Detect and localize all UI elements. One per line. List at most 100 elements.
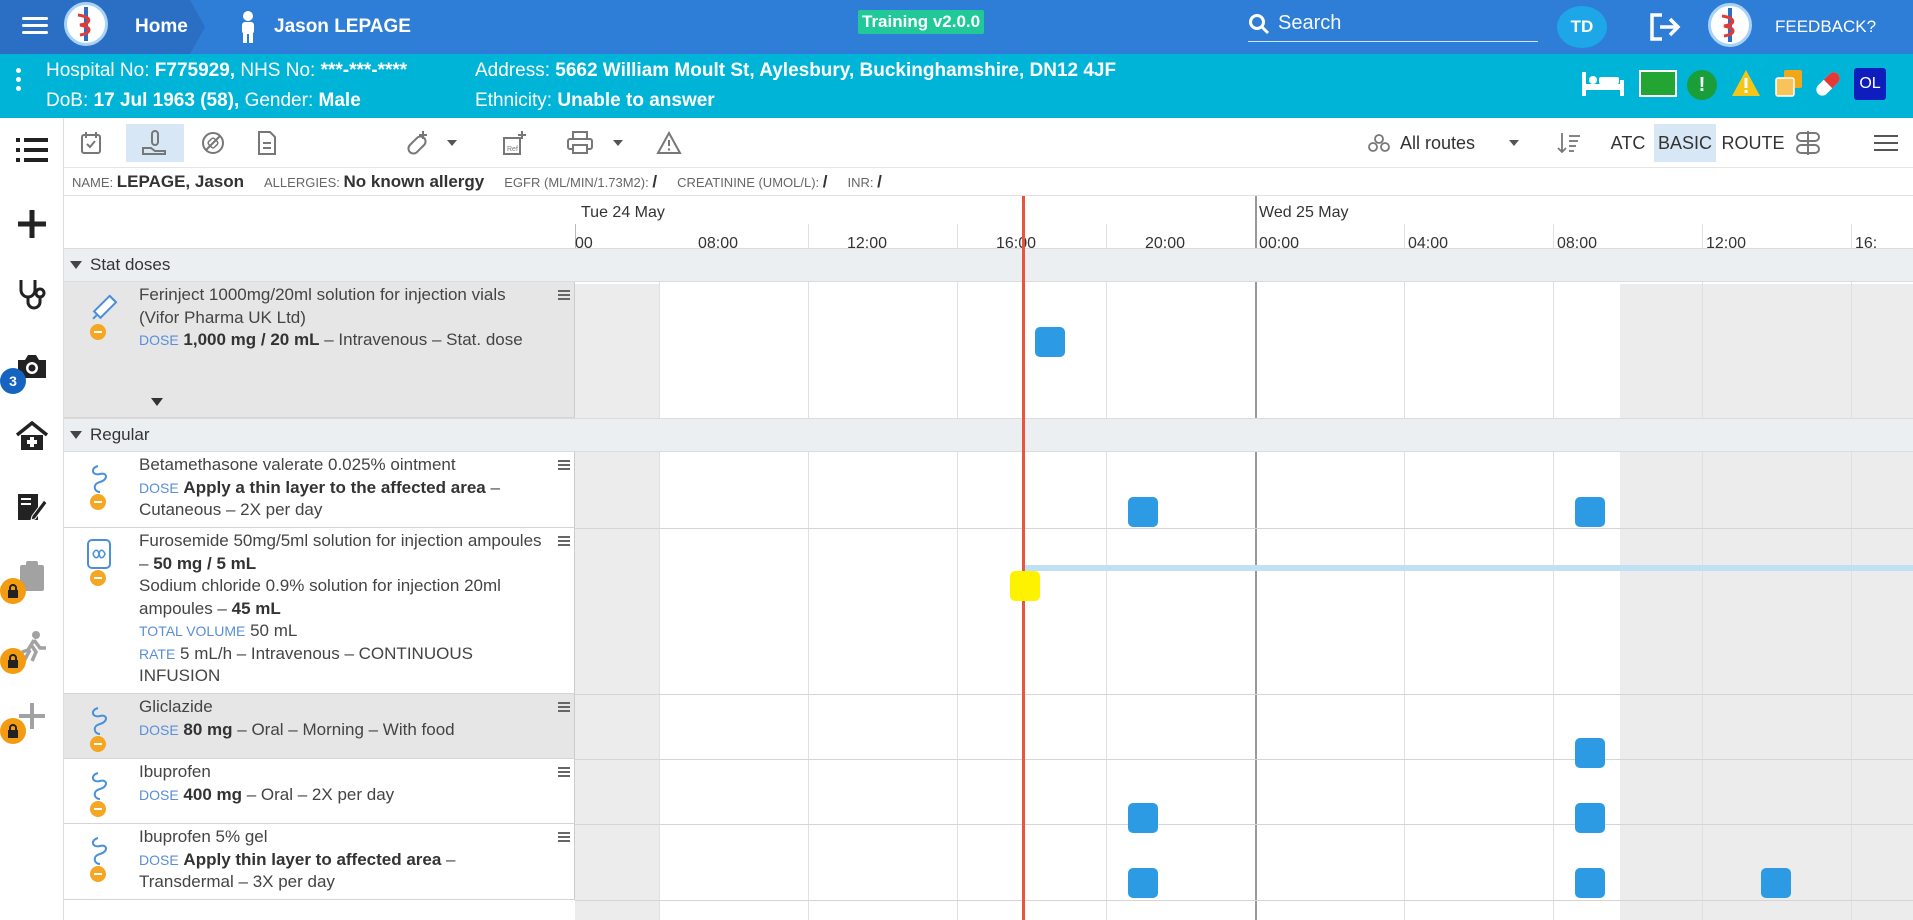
scheduled-dose-marker[interactable] bbox=[1128, 868, 1158, 898]
chevron-down-icon[interactable] bbox=[1504, 124, 1524, 162]
list-icon[interactable] bbox=[10, 128, 54, 172]
alert-green-icon[interactable]: ! bbox=[1687, 70, 1717, 100]
app-logo bbox=[64, 2, 108, 46]
add-icon[interactable] bbox=[10, 202, 54, 246]
dose-value: 400 mg bbox=[183, 784, 243, 804]
dose-label: DOSE bbox=[139, 851, 179, 868]
creatinine-field: CREATININE (UMOL/L): / bbox=[677, 172, 827, 192]
expand-caret-icon[interactable] bbox=[150, 394, 164, 412]
pending-dose-marker[interactable] bbox=[1010, 571, 1040, 601]
feedback-logo[interactable] bbox=[1708, 3, 1752, 47]
row-menu-icon[interactable] bbox=[558, 460, 570, 470]
add-medication-icon[interactable] bbox=[398, 124, 436, 162]
status-green-icon[interactable] bbox=[1639, 70, 1677, 97]
drug-row-furosemide[interactable]: Furosemide 50mg/5ml solution for injecti… bbox=[64, 528, 575, 694]
stethoscope-icon[interactable] bbox=[10, 272, 54, 316]
cancel-icon[interactable] bbox=[194, 124, 232, 162]
dose-value: Apply a thin layer to the affected area bbox=[183, 477, 486, 497]
day-label: Tue 24 May bbox=[581, 204, 665, 221]
hospital-number-line: Hospital No: F775929, NHS No: ***-***-**… bbox=[46, 60, 407, 82]
drug-name: Betamethasone valerate 0.025% ointment bbox=[139, 455, 456, 474]
patient-tab-name[interactable]: Jason LEPAGE bbox=[274, 16, 411, 38]
warning-icon[interactable] bbox=[1730, 68, 1762, 104]
medication-chart: Tue 24 May Wed 25 May 00 08:00 12:00 16:… bbox=[64, 196, 1913, 920]
lock-icon bbox=[0, 578, 26, 604]
row-divider bbox=[575, 900, 1913, 901]
drug-details: Furosemide 50mg/5ml solution for injecti… bbox=[139, 530, 544, 688]
grid-line bbox=[1553, 224, 1554, 920]
top-bar: Home Jason LEPAGE Training v2.0.0 Search… bbox=[0, 0, 1913, 54]
scheduled-dose-marker[interactable] bbox=[1128, 497, 1158, 527]
edit-document-icon[interactable] bbox=[10, 484, 54, 528]
scheduled-dose-marker[interactable] bbox=[1575, 868, 1605, 898]
drug-name: Gliclazide bbox=[139, 697, 213, 716]
logout-icon[interactable] bbox=[1648, 11, 1684, 43]
user-avatar[interactable]: TD bbox=[1557, 6, 1607, 48]
nhs-label: NHS No: bbox=[240, 60, 316, 81]
chevron-down-icon[interactable] bbox=[442, 124, 462, 162]
scheduled-dose-marker[interactable] bbox=[1128, 803, 1158, 833]
name-label: NAME: bbox=[72, 174, 114, 190]
drug-row-ibuprofen-gel[interactable]: Ibuprofen 5% gel DOSE Apply thin layer t… bbox=[64, 824, 575, 900]
administer-icon[interactable] bbox=[126, 124, 184, 162]
scheduled-dose-marker[interactable] bbox=[1575, 738, 1605, 768]
stat-doses-section[interactable]: Stat doses bbox=[64, 248, 1913, 282]
row-menu-icon[interactable] bbox=[558, 536, 570, 546]
copies-icon[interactable] bbox=[1774, 68, 1804, 104]
drug-row-ibuprofen[interactable]: Ibuprofen DOSE 400 mg – Oral – 2X per da… bbox=[64, 759, 575, 824]
day-label: Wed 25 May bbox=[1259, 204, 1349, 221]
creatinine-value: / bbox=[822, 171, 828, 191]
dose-details: – Intravenous – Stat. dose bbox=[319, 330, 523, 349]
add-order-set-icon[interactable]: Ref bbox=[496, 124, 534, 162]
row-menu-icon[interactable] bbox=[558, 832, 570, 842]
print-icon[interactable] bbox=[561, 124, 599, 162]
scheduled-dose-marker[interactable] bbox=[1761, 868, 1791, 898]
search-box[interactable]: Search bbox=[1248, 6, 1538, 42]
dose-value: Apply thin layer to affected area bbox=[183, 849, 442, 869]
basic-view-button[interactable]: BASIC bbox=[1654, 124, 1716, 162]
row-menu-icon[interactable] bbox=[558, 767, 570, 777]
document-icon[interactable] bbox=[248, 124, 286, 162]
bed-icon[interactable] bbox=[1580, 68, 1626, 104]
address: 5662 William Moult St, Aylesbury, Buckin… bbox=[555, 60, 1117, 81]
scheduled-dose-marker[interactable] bbox=[1575, 497, 1605, 527]
allergies-label: ALLERGIES: bbox=[264, 174, 340, 190]
sort-icon[interactable] bbox=[1554, 124, 1584, 162]
drug-row-betamethasone[interactable]: Betamethasone valerate 0.025% ointment D… bbox=[64, 452, 575, 528]
route-view-button[interactable]: ROUTE bbox=[1720, 124, 1786, 162]
grid-line bbox=[1851, 224, 1852, 920]
row-menu-icon[interactable] bbox=[558, 702, 570, 712]
drug-name: Ferinject 1000mg/20ml solution for injec… bbox=[139, 285, 506, 327]
infusion-duration-bar[interactable] bbox=[1024, 565, 1913, 571]
scheduled-dose-marker[interactable] bbox=[1035, 327, 1065, 357]
dose-details: – Oral – Morning – With food bbox=[232, 719, 455, 739]
row-divider bbox=[575, 528, 1913, 529]
hospital-icon[interactable] bbox=[10, 414, 54, 458]
name-field: NAME: LEPAGE, Jason bbox=[72, 172, 244, 192]
menu-icon[interactable] bbox=[18, 13, 52, 41]
feedback-link[interactable]: FEEDBACK? bbox=[1775, 17, 1876, 37]
svg-text:Ref: Ref bbox=[507, 146, 518, 153]
user-initials-badge[interactable]: OL bbox=[1854, 68, 1886, 100]
drug-row-gliclazide[interactable]: Gliclazide DOSE 80 mg – Oral – Morning –… bbox=[64, 694, 575, 759]
section-title: Stat doses bbox=[90, 255, 171, 274]
regular-section[interactable]: Regular bbox=[64, 418, 1913, 452]
timeline-grid: Tue 24 May Wed 25 May 00 08:00 12:00 16:… bbox=[575, 196, 1913, 920]
calendar-icon[interactable] bbox=[72, 124, 110, 162]
grid-line bbox=[1106, 224, 1107, 920]
gender: Male bbox=[318, 90, 361, 111]
day-divider bbox=[1255, 196, 1257, 920]
scheduled-dose-marker[interactable] bbox=[1575, 803, 1605, 833]
row-menu-icon[interactable] bbox=[558, 290, 570, 300]
drug-row-ferinject[interactable]: Ferinject 1000mg/20ml solution for injec… bbox=[64, 282, 575, 418]
chevron-down-icon[interactable] bbox=[608, 124, 628, 162]
more-vertical-icon[interactable] bbox=[16, 68, 22, 102]
warning-outline-icon[interactable] bbox=[650, 124, 688, 162]
capsule-icon[interactable] bbox=[1812, 68, 1844, 106]
split-view-icon[interactable] bbox=[1790, 124, 1826, 162]
menu-icon[interactable] bbox=[1868, 124, 1904, 162]
routes-dropdown[interactable]: All routes bbox=[1400, 124, 1510, 162]
home-label[interactable]: Home bbox=[135, 16, 188, 38]
atc-view-button[interactable]: ATC bbox=[1604, 124, 1652, 162]
dose-label: DOSE bbox=[139, 786, 179, 803]
